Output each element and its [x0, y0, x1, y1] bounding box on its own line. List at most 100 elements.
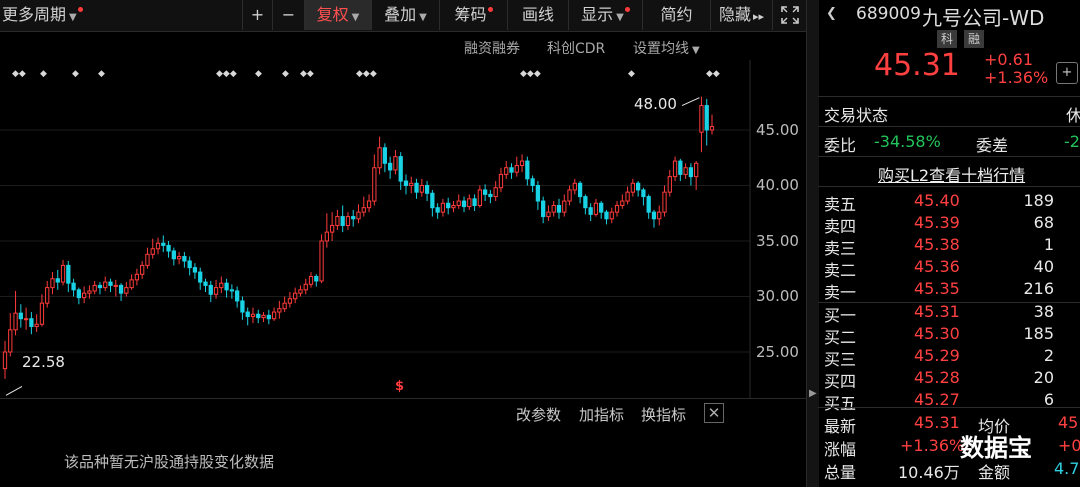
candle [298, 289, 303, 294]
candle [430, 192, 435, 209]
candle [308, 276, 314, 285]
candle [446, 202, 451, 209]
volume-value: 10.46万 [898, 463, 960, 482]
candle [451, 204, 456, 209]
candle [709, 126, 715, 131]
candle [34, 323, 39, 327]
chevron-down-icon: ▼ [419, 12, 427, 23]
latest-label: 最新 [824, 417, 857, 436]
bid-volume: 38 [1033, 302, 1054, 321]
candle [456, 200, 461, 206]
candle [113, 284, 118, 287]
candle [356, 211, 361, 220]
candle [694, 162, 699, 178]
high-price-label: 48.00 [634, 95, 677, 113]
candle [134, 273, 140, 281]
event-marker-icon: ◆ [98, 69, 105, 79]
bid-row[interactable]: 买四 45.28 20 [824, 368, 1080, 391]
candle [467, 198, 472, 208]
candle [166, 244, 171, 252]
ask-level-label: 卖五 [824, 195, 857, 214]
candlestick-chart[interactable]: ◆◆ ◆ ◆ ◆ ◆◆◆ ◆ ◆ ◆◆ ◆◆◆ ◆◆◆ ◆ ◆◆$ [0, 60, 806, 400]
trade-status-row: 交易状态 休 [824, 102, 1080, 125]
ask-volume: 40 [1033, 257, 1054, 276]
switch-indicator-button[interactable]: 换指标 [641, 404, 686, 425]
zoom-in-button[interactable]: + [242, 0, 272, 30]
candle [493, 187, 498, 198]
chart-toolbar: 更多周期 ▼ + − 复权 ▼ 叠加 ▼ 筹码 画线 显示 ▼ 简约 隐藏 ▸▸ [0, 0, 808, 32]
candle [382, 147, 388, 164]
collapse-arrow-icon[interactable]: ❮ [826, 6, 837, 21]
candle [219, 282, 224, 289]
set-ma-label: 设置均线 [633, 41, 689, 57]
candle [372, 167, 377, 202]
buy-l2-link[interactable]: 购买L2查看十档行情 [878, 162, 1025, 186]
ask-level-label: 卖三 [824, 239, 857, 258]
candle [60, 264, 66, 283]
ask-row[interactable]: 卖五 45.40 189 [824, 191, 1080, 214]
add-watchlist-button[interactable]: + [1056, 62, 1078, 84]
candle [435, 207, 440, 213]
candle [414, 182, 419, 193]
candle [593, 202, 599, 215]
double-chevron-right-icon: ▸▸ [752, 10, 765, 23]
candle [329, 224, 335, 233]
bid-row[interactable]: 买五 45.27 6 [824, 390, 1080, 413]
divider [818, 407, 1080, 408]
candle [409, 182, 414, 186]
yincang-label: 隐藏 [718, 5, 751, 24]
candle [688, 167, 694, 178]
ask-row[interactable]: 卖三 45.38 1 [824, 235, 1080, 258]
bid-row[interactable]: 买二 45.30 185 [824, 324, 1080, 347]
no-data-message: 该品种暂无沪股通持股变化数据 [64, 453, 275, 471]
candle [198, 271, 203, 283]
plus-icon: + [1061, 65, 1073, 80]
jianyue-button[interactable]: 简约 [642, 0, 710, 30]
stock-name: 九号公司-WD [922, 6, 1045, 30]
diejia-dropdown[interactable]: 叠加 ▼ [371, 0, 439, 30]
xianshi-label: 显示 [581, 5, 614, 24]
kechuang-cdr-link[interactable]: 科创CDR [547, 38, 605, 58]
candle [525, 160, 530, 180]
candle [235, 290, 240, 302]
ask-price: 45.36 [914, 257, 960, 276]
ask-row[interactable]: 卖二 45.36 40 [824, 257, 1080, 280]
bid-row[interactable]: 买三 45.29 2 [824, 346, 1080, 369]
candle [282, 302, 287, 310]
set-ma-dropdown[interactable]: 设置均线 ▼ [633, 38, 700, 58]
period-dropdown[interactable]: 更多周期 ▼ [0, 0, 95, 30]
candle [92, 284, 97, 292]
candle [87, 290, 92, 294]
ask-price: 45.35 [914, 279, 960, 298]
xianshi-dropdown[interactable]: 显示 ▼ [568, 0, 642, 30]
candle [424, 185, 430, 194]
event-marker-icon: ◆ [282, 69, 289, 79]
huaxian-button[interactable]: 画线 [507, 0, 568, 30]
candle [667, 176, 672, 193]
high-marker-arrow [681, 97, 700, 107]
fuquan-label: 复权 [316, 5, 349, 24]
candle [161, 242, 166, 246]
ask-row[interactable]: 卖四 45.39 68 [824, 213, 1080, 236]
fullscreen-button[interactable] [772, 0, 806, 30]
candle [530, 178, 535, 186]
candle [477, 189, 482, 206]
chevron-down-icon: ▼ [69, 12, 77, 23]
close-indicator-button[interactable]: ✕ [704, 403, 724, 423]
add-indicator-button[interactable]: 加指标 [579, 404, 624, 425]
yincang-button[interactable]: 隐藏 ▸▸ [710, 0, 772, 30]
change-params-button[interactable]: 改参数 [516, 404, 561, 425]
bid-row[interactable]: 买一 45.31 38 [824, 302, 1080, 325]
ask-row[interactable]: 卖一 45.35 216 [824, 279, 1080, 302]
candle [577, 182, 583, 198]
candle [182, 256, 187, 262]
chouma-button[interactable]: 筹码 [439, 0, 507, 30]
fuquan-dropdown[interactable]: 复权 ▼ [304, 0, 371, 30]
trade-status-value: 休 [1066, 106, 1080, 125]
zoom-out-button[interactable]: − [272, 0, 304, 30]
candle [551, 204, 556, 213]
rongzi-rongquan-link[interactable]: 融资融券 [464, 38, 520, 58]
candle [108, 281, 113, 286]
candle [351, 216, 356, 220]
event-marker-icon: ◆◆◆ [216, 69, 237, 79]
